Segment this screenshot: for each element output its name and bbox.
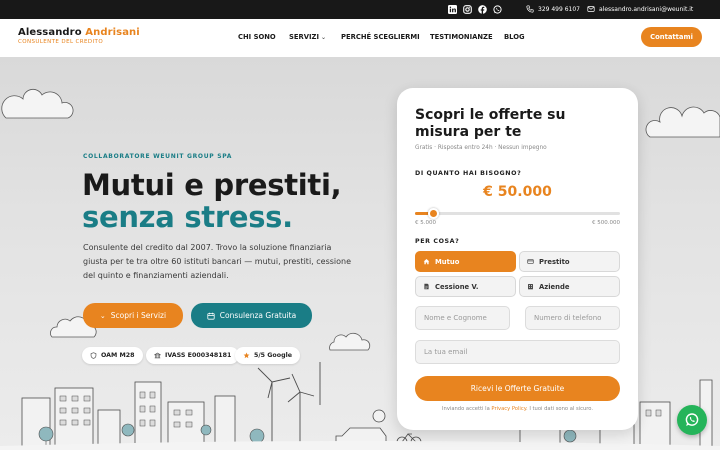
submit-offers-button[interactable]: Ricevi le Offerte Gratuite [415, 376, 620, 401]
phone-number: 329 499 6107 [538, 5, 580, 13]
logo-name: Alessandro Andrisani [18, 27, 140, 38]
amount-slider-track[interactable] [415, 212, 620, 215]
instagram-icon[interactable] [462, 4, 472, 14]
amount-value: € 50.000 [483, 184, 552, 200]
privacy-text-pre: Inviando accetti la [442, 406, 490, 412]
email-field[interactable] [415, 340, 620, 364]
google-rating-label: 5/5 Google [254, 352, 293, 359]
star-icon [243, 352, 250, 359]
whatsapp-icon[interactable] [492, 4, 502, 14]
logo-subtitle: CONSULENTE DEL CREDITO [18, 39, 104, 45]
document-icon [424, 283, 429, 290]
free-consultation-button[interactable]: Consulenza Gratuita [191, 303, 312, 328]
home-icon [423, 259, 430, 265]
phone-icon [526, 5, 534, 13]
ivass-label: IVASS E000348181 [165, 352, 232, 359]
option-label: Aziende [539, 282, 570, 291]
chevron-down-icon: ⌄ [321, 33, 327, 41]
shield-icon [90, 352, 97, 359]
phone-contact[interactable]: 329 499 6107 [526, 5, 580, 13]
chevron-down-icon: ⌄ [99, 311, 106, 320]
privacy-notice: Inviando accetti la Privacy Policy. I tu… [397, 406, 638, 412]
option-label: Mutuo [435, 257, 460, 266]
mail-icon [587, 6, 595, 12]
range-min: € 5.000 [415, 220, 436, 226]
nav-label: TESTIMONIANZE [430, 33, 493, 41]
discover-services-label: Scopri i Servizi [110, 311, 167, 320]
privacy-text-post: . I tuoi dati sono al sicuro. [526, 406, 593, 412]
form-title: Scopri le offerte su misura per te [415, 107, 566, 140]
name-field[interactable] [415, 306, 510, 330]
site-header: Alessandro Andrisani CONSULENTE DEL CRED… [0, 19, 720, 57]
email-address: alessandro.andrisani@weunit.it [599, 5, 694, 13]
logo-first-name: Alessandro [18, 27, 82, 38]
email-contact[interactable]: alessandro.andrisani@weunit.it [587, 5, 693, 13]
credit-card-icon [527, 259, 534, 264]
discover-services-button[interactable]: ⌄ Scopri i Servizi [83, 303, 183, 328]
option-aziende[interactable]: Aziende [519, 276, 620, 297]
facebook-icon[interactable] [477, 4, 487, 14]
oam-label: OAM M28 [101, 352, 135, 359]
form-subtitle: Gratis · Risposta entro 24h · Nessun imp… [415, 145, 547, 151]
nav-label: BLOG [504, 33, 525, 41]
nav-chi-sono[interactable]: CHI SONO [238, 33, 276, 41]
offer-form-card: Scopri le offerte su misura per te Grati… [397, 88, 638, 430]
contact-button[interactable]: Contattami [641, 27, 702, 47]
option-cessione[interactable]: Cessione V. [415, 276, 516, 297]
building-icon [528, 284, 533, 290]
hero-eyebrow: COLLABORATORE WEUNIT GROUP SPA [83, 153, 233, 160]
option-prestito[interactable]: Prestito [519, 251, 620, 272]
nav-servizi[interactable]: SERVIZI ⌄ [289, 33, 326, 41]
amount-label: DI QUANTO HAI BISOGNO? [415, 170, 522, 177]
option-label: Cessione V. [435, 282, 479, 291]
free-consultation-label: Consulenza Gratuita [219, 311, 297, 320]
whatsapp-float-button[interactable] [677, 405, 707, 435]
privacy-policy-link[interactable]: Privacy Policy [491, 406, 526, 412]
social-links [447, 4, 502, 14]
nav-label: PERCHÉ SCEGLIERMI [341, 33, 420, 41]
option-label: Prestito [539, 257, 570, 266]
bank-icon [154, 352, 161, 359]
logo-last-name: Andrisani [85, 27, 140, 38]
range-max: € 500.000 [592, 220, 620, 226]
oam-badge: OAM M28 [82, 347, 143, 364]
phone-field[interactable] [525, 306, 620, 330]
purpose-label: PER COSA? [415, 238, 460, 245]
hero-description: Consulente del credito dal 2007. Trovo l… [83, 243, 352, 280]
nav-label: SERVIZI [289, 33, 320, 41]
top-bar: 329 499 6107 alessandro.andrisani@weunit… [0, 0, 720, 19]
calendar-icon [207, 312, 215, 320]
linkedin-icon[interactable] [447, 4, 457, 14]
nav-testimonianze[interactable]: TESTIMONIANZE [430, 33, 493, 41]
nav-label: CHI SONO [238, 33, 276, 41]
whatsapp-icon [685, 413, 699, 426]
amount-slider-handle[interactable] [427, 208, 439, 219]
ivass-badge: IVASS E000348181 [146, 347, 240, 364]
hero-title-line2: senza stress. [82, 200, 293, 234]
google-rating-badge: 5/5 Google [235, 347, 301, 364]
nav-blog[interactable]: BLOG [504, 33, 525, 41]
option-mutuo[interactable]: Mutuo [415, 251, 516, 272]
nav-perche-scegliermi[interactable]: PERCHÉ SCEGLIERMI [341, 33, 420, 41]
logo[interactable]: Alessandro Andrisani CONSULENTE DEL CRED… [18, 27, 140, 45]
hero-title-line1: Mutui e prestiti, [82, 168, 342, 202]
